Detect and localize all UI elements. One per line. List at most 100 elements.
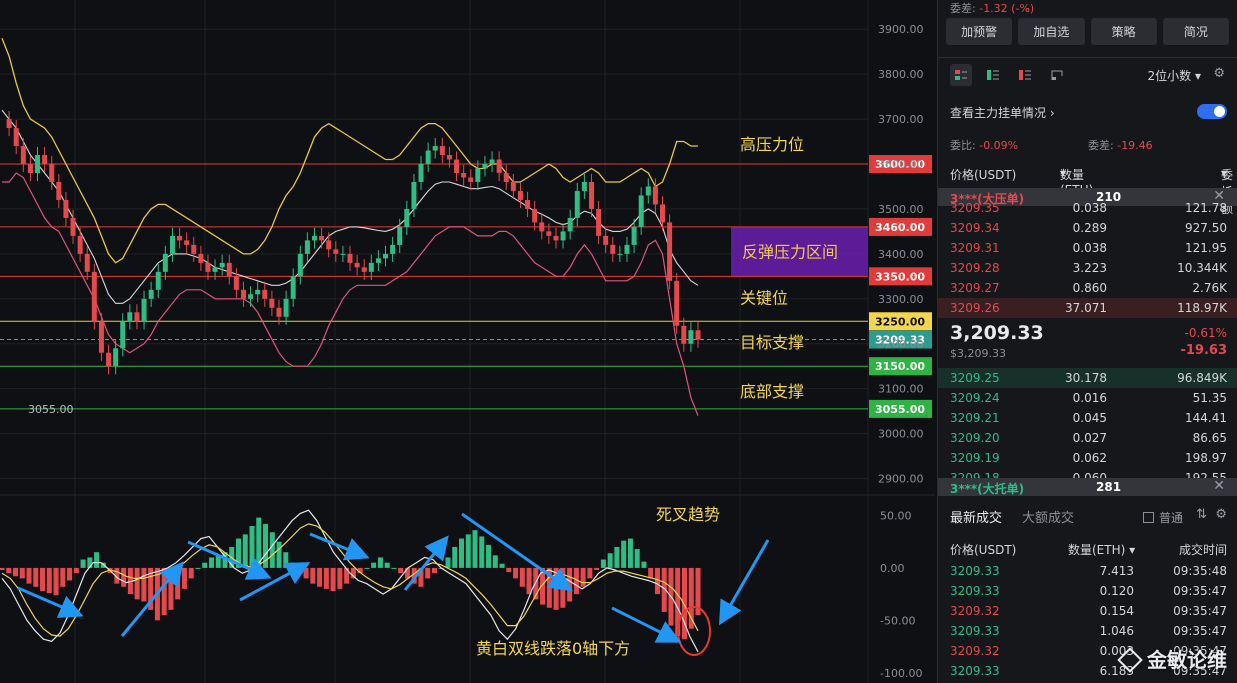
book-depth-icon[interactable] [1046, 64, 1068, 86]
macd-bar [614, 546, 620, 568]
macd-bar [580, 567, 586, 587]
decimals-select[interactable]: 2位小数 ▾ [1148, 67, 1201, 84]
filter-icon[interactable]: ⇅ [1196, 507, 1207, 522]
macd-bar [337, 567, 343, 589]
macd-bar [0, 567, 5, 571]
candle-body [560, 231, 566, 241]
macd-bar [364, 567, 370, 569]
ask-row[interactable]: 3209.35 0.038 121.78 [938, 198, 1237, 218]
candle-body [510, 181, 516, 191]
candle-body [155, 271, 161, 290]
candle-body [141, 298, 147, 322]
candle-body [326, 240, 332, 250]
ask-row-p: 3209.28 [950, 261, 1000, 275]
candle-body [596, 208, 602, 236]
add-watchlist-button[interactable]: 加自选 [1018, 18, 1085, 45]
bid-row-p: 3209.21 [950, 411, 1000, 425]
level-tag: 3460.00 [875, 221, 925, 234]
order-diff: 委差: -19.46 [1088, 139, 1153, 152]
strategy-button[interactable]: 策略 [1090, 18, 1157, 45]
ordinary-checkbox[interactable]: 普通 [1142, 509, 1183, 526]
ask-row[interactable]: 3209.34 0.289 927.50 [938, 218, 1237, 238]
candle-body [667, 222, 673, 281]
candle-body [113, 348, 119, 367]
candle-body [49, 164, 55, 182]
book-bids-icon[interactable] [982, 64, 1004, 86]
candle-body [212, 267, 218, 272]
macd-bar [560, 567, 566, 608]
qty-col-header[interactable]: 数量 (ETH) ▾ [1060, 166, 1093, 197]
bid-row[interactable]: 3209.20 0.027 86.65 [938, 428, 1237, 448]
candle-body [35, 155, 41, 173]
macd-bar [53, 567, 59, 596]
bid-row[interactable]: 3209.19 0.062 198.97 [938, 448, 1237, 468]
ask-row[interactable]: 3209.26 37.071 118.97K [938, 298, 1237, 318]
candle-body [659, 204, 665, 223]
candle-body [411, 181, 417, 209]
macd-bar [641, 561, 647, 568]
trade-cell: 3209.33 [950, 624, 1000, 638]
ask-row[interactable]: 3209.27 0.860 2.76K [938, 278, 1237, 298]
settings-gear-icon[interactable]: ⚙ [1215, 507, 1227, 522]
tab-large-trades[interactable]: 大额成交 [1022, 507, 1074, 526]
trade-qty-header[interactable]: 数量(ETH) ▾ [1068, 541, 1135, 558]
settings-gear-icon[interactable]: ⚙ [1213, 66, 1225, 81]
macd-bar [445, 557, 451, 568]
bid-row-t: 96.849K [1177, 371, 1227, 385]
candle-body [439, 146, 445, 156]
candle-body [248, 294, 254, 299]
add-alert-button[interactable]: 加预警 [946, 18, 1013, 45]
macd-bar [519, 567, 525, 587]
price-tick: 3700.00 [878, 113, 924, 126]
trade-cell: 0.120 [1099, 584, 1134, 598]
change-percent: -0.61% [1184, 326, 1227, 340]
candle-body [446, 155, 452, 160]
amount-col-header[interactable]: 委托额 ▾ [1221, 166, 1233, 216]
bid-row[interactable]: 3209.24 0.016 51.35 [938, 388, 1237, 408]
candle-body [454, 159, 460, 173]
macd-bar [202, 562, 208, 568]
candle-body [226, 262, 232, 277]
macd-bar [621, 540, 627, 568]
tab-latest-trades[interactable]: 最新成交 [950, 507, 1002, 526]
chart-canvas[interactable]: 反弹压力区间 3600.00 高压力位 3460.00 3350.00 3250.00 关键… [0, 0, 935, 683]
candle-body [127, 312, 133, 322]
trend-arrow [719, 539, 770, 626]
trade-cell: 0.154 [1099, 604, 1134, 618]
ask-row[interactable]: 3209.28 3.223 10.344K [938, 258, 1237, 278]
level-tag: 3150.00 [875, 360, 925, 373]
macd-bar [249, 525, 255, 568]
overview-button[interactable]: 简况 [1162, 18, 1229, 45]
main-force-link[interactable]: 查看主力挂单情况 › [950, 104, 1055, 121]
macd-tick: -50.00 [880, 614, 915, 627]
book-both-icon[interactable] [950, 64, 972, 86]
candle-body [674, 280, 680, 326]
macd-bar [398, 567, 404, 574]
bid-row-p: 3209.25 [950, 371, 1000, 385]
ask-row-q: 0.860 [1072, 281, 1107, 295]
macd-bar [377, 557, 383, 568]
low-marker: 3055.00 [28, 403, 74, 416]
trade-cell: 09:35:47 [1173, 604, 1227, 618]
bid-row[interactable]: 3209.21 0.045 144.41 [938, 408, 1237, 428]
bid-row[interactable]: 3209.25 30.178 96.849K [938, 368, 1237, 388]
macd-bar [479, 536, 485, 568]
macd-bar [648, 567, 654, 579]
macd-bar [458, 538, 464, 568]
ask-row-q: 0.289 [1072, 221, 1107, 235]
macd-bar [567, 567, 573, 602]
ask-row[interactable]: 3209.31 0.038 121.95 [938, 238, 1237, 258]
candle-body [77, 235, 83, 254]
main-force-toggle[interactable] [1197, 104, 1227, 119]
candle-body [482, 164, 488, 169]
change-value: -19.63 [1180, 343, 1227, 358]
candle-body [290, 276, 296, 299]
ask-row-t: 121.78 [1185, 201, 1227, 215]
macd-bar [269, 532, 275, 568]
candle-body [177, 235, 183, 241]
close-icon[interactable]: ✕ [1213, 478, 1225, 494]
candle-body [638, 195, 644, 227]
price-tick: 3400.00 [878, 248, 924, 261]
book-asks-icon[interactable] [1014, 64, 1036, 86]
kline-chart[interactable]: 反弹压力区间 3600.00 高压力位 3460.00 3350.00 3250.00 关键… [0, 0, 935, 683]
